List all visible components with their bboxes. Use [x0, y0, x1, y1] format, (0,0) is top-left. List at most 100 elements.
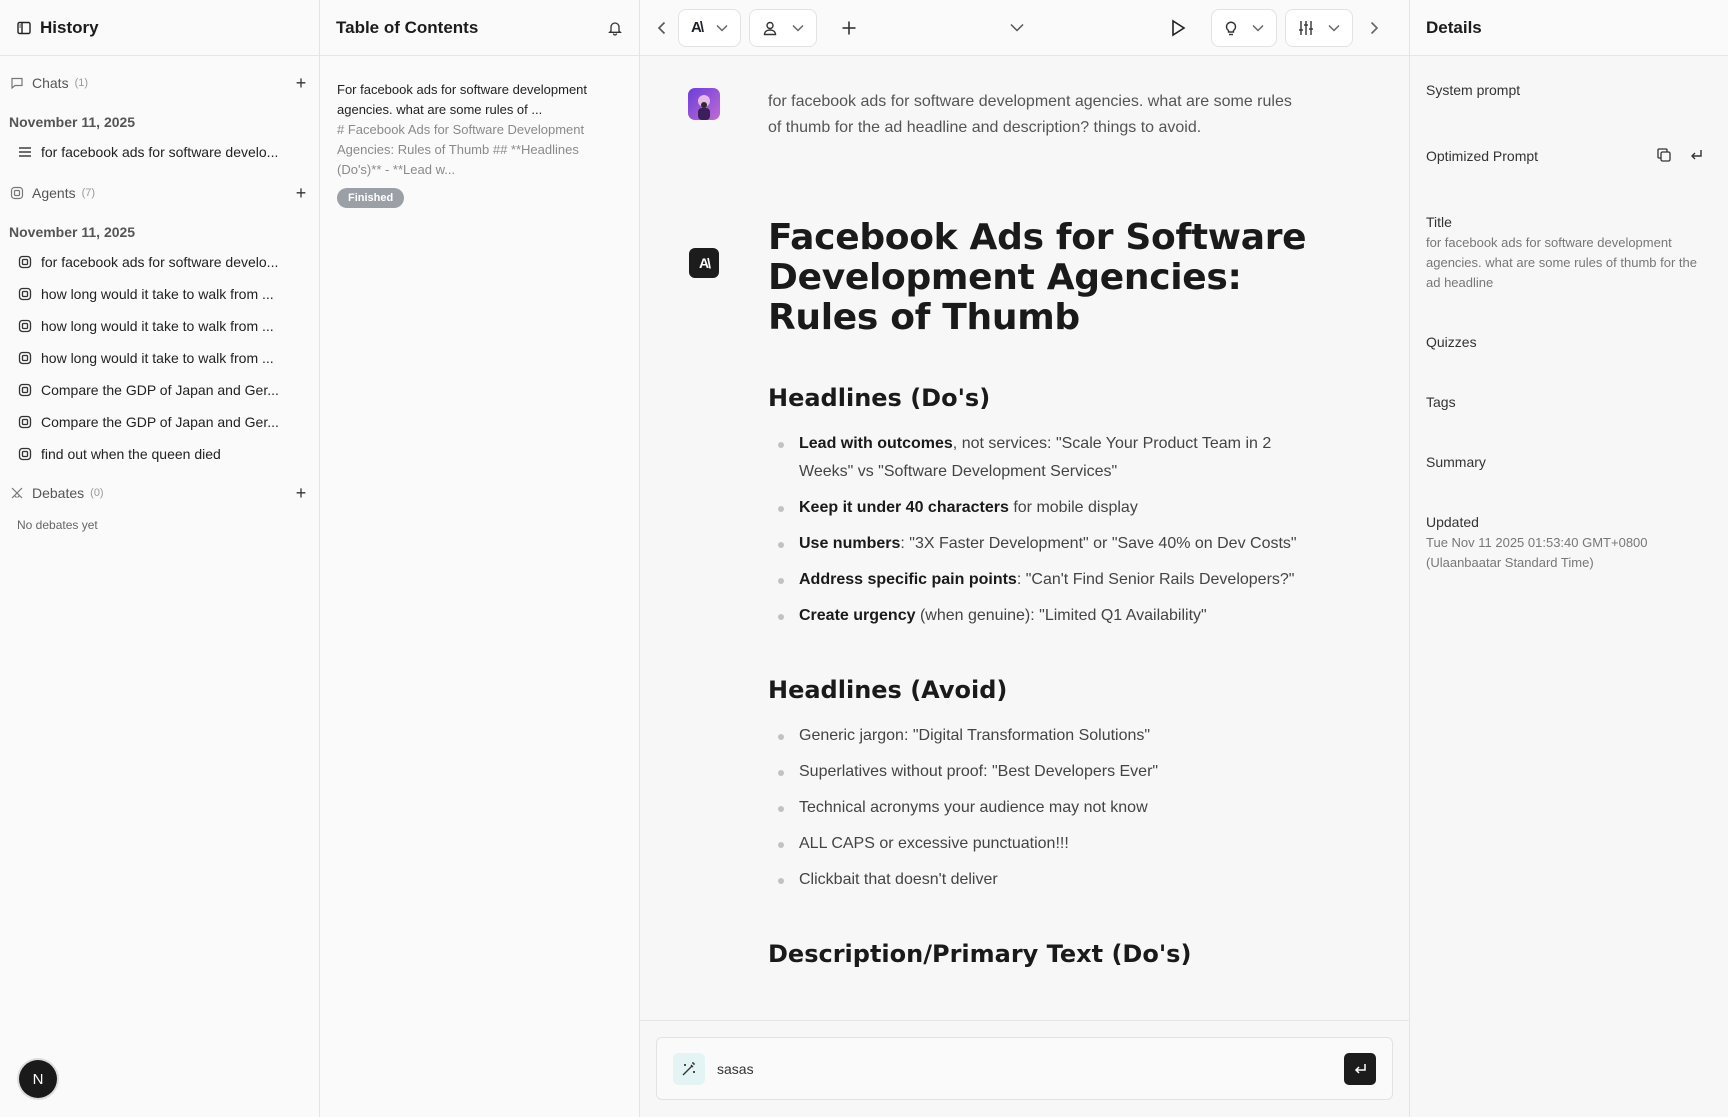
hint-selector[interactable]	[1211, 8, 1277, 47]
list-item: Create urgency (when genuine): "Limited …	[778, 602, 1328, 630]
item-bold: Lead with outcomes	[799, 435, 953, 452]
status-badge: Finished	[337, 188, 405, 208]
agent-list-item[interactable]: how long would it take to walk from ...	[0, 342, 319, 374]
summary-label: Summary	[1426, 454, 1486, 470]
user-message-avatar	[688, 88, 720, 120]
chevron-down-icon[interactable]	[1010, 23, 1024, 32]
list-item: Address specific pain points: "Can't Fin…	[778, 566, 1328, 594]
agent-list-item[interactable]: Compare the GDP of Japan and Ger...	[0, 406, 319, 438]
agent-item-title: Compare the GDP of Japan and Ger...	[41, 382, 279, 398]
agent-icon	[10, 186, 24, 200]
agents-date-group: November 11, 2025	[9, 224, 136, 240]
agent-item-title: how long would it take to walk from ...	[41, 350, 274, 366]
agent-item-title: find out when the queen died	[41, 446, 221, 462]
item-bold: Keep it under 40 characters	[799, 499, 1009, 516]
assistant-avatar: A\	[689, 248, 719, 278]
toc-entry[interactable]: For facebook ads for software developmen…	[320, 56, 639, 180]
magic-wand-icon[interactable]	[673, 1052, 705, 1085]
agent-icon	[18, 351, 32, 365]
chats-label: Chats	[32, 75, 69, 91]
chat-item-title: for facebook ads for software develo...	[41, 144, 279, 160]
details-header: Details	[1410, 0, 1728, 56]
toc-panel: Table of Contents For facebook ads for s…	[320, 0, 640, 1117]
chevron-right-icon[interactable]	[1369, 21, 1379, 35]
bell-icon[interactable]	[607, 20, 623, 36]
agent-icon	[18, 287, 32, 301]
updated-value: Tue Nov 11 2025 01:53:40 GMT+0800 (Ulaan…	[1426, 535, 1648, 570]
new-chat-button[interactable]: +	[293, 74, 309, 92]
history-sidebar: History Chats (1) + November 11, 2025 fo…	[0, 0, 320, 1117]
play-icon[interactable]	[1170, 19, 1186, 37]
quizzes-label: Quizzes	[1426, 334, 1477, 350]
item-text: (when genuine): "Limited Q1 Availability…	[915, 607, 1207, 624]
item-text: : "3X Faster Development" or "Save 40% o…	[900, 535, 1297, 552]
agent-item-title: how long would it take to walk from ...	[41, 286, 274, 302]
chats-section-header[interactable]: Chats (1) +	[0, 70, 319, 96]
agent-list-item[interactable]: for facebook ads for software develo...	[0, 246, 319, 278]
chevron-down-icon	[792, 24, 804, 32]
chat-bubble-icon	[10, 76, 24, 90]
chevron-left-icon[interactable]	[652, 21, 672, 35]
enter-icon[interactable]	[1689, 148, 1703, 162]
lines-icon	[18, 145, 32, 159]
list-item: Clickbait that doesn't deliver	[778, 866, 1328, 894]
chats-date-group: November 11, 2025	[9, 114, 136, 130]
details-title: Details	[1426, 17, 1482, 37]
agent-list-item[interactable]: find out when the queen died	[0, 438, 319, 470]
add-icon[interactable]	[841, 20, 857, 36]
list-item: Lead with outcomes, not services: "Scale…	[778, 430, 1328, 486]
item-text: for mobile display	[1008, 499, 1138, 516]
chat-list-item[interactable]: for facebook ads for software develo...	[0, 136, 319, 168]
send-button[interactable]	[1344, 1052, 1376, 1085]
user-avatar[interactable]: N	[19, 1060, 57, 1098]
assistant-response: Facebook Ads for Software Development Ag…	[768, 218, 1328, 986]
section-heading: Headlines (Avoid)	[768, 676, 1008, 704]
agent-list-item[interactable]: how long would it take to walk from ...	[0, 310, 319, 342]
model-selector[interactable]: A\	[678, 8, 741, 47]
debates-empty-text: No debates yet	[17, 518, 98, 532]
chevron-down-icon	[1328, 24, 1340, 32]
agent-icon	[18, 319, 32, 333]
main-toolbar: A\	[640, 0, 1409, 56]
swords-icon	[10, 486, 24, 500]
agents-section-header[interactable]: Agents (7) +	[0, 180, 319, 206]
agent-icon	[18, 447, 32, 461]
new-agent-button[interactable]: +	[293, 184, 309, 202]
chevron-down-icon	[716, 24, 728, 32]
list-item: Technical acronyms your audience may not…	[778, 794, 1328, 822]
persona-selector[interactable]	[749, 8, 817, 47]
new-debate-button[interactable]: +	[293, 484, 309, 502]
copy-icon[interactable]	[1656, 147, 1672, 163]
updated-label: Updated	[1426, 514, 1479, 530]
debates-section-header[interactable]: Debates (0) +	[0, 480, 319, 506]
item-bold: Use numbers	[799, 535, 901, 552]
chevron-down-icon	[1252, 24, 1264, 32]
agent-icon	[18, 415, 32, 429]
optimized-prompt-label: Optimized Prompt	[1426, 148, 1539, 164]
debates-count: (0)	[90, 487, 104, 499]
history-header: History	[0, 0, 319, 56]
title-value: for facebook ads for software developmen…	[1426, 235, 1697, 290]
item-bold: Create urgency	[799, 607, 916, 624]
response-title: Facebook Ads for Software Development Ag…	[768, 217, 1307, 338]
details-panel: Details System prompt Optimized Prompt T…	[1409, 0, 1728, 1117]
toc-header: Table of Contents	[320, 0, 639, 56]
system-prompt-label[interactable]: System prompt	[1426, 82, 1520, 98]
list-item: Superlatives without proof: "Best Develo…	[778, 758, 1328, 786]
settings-selector[interactable]	[1285, 8, 1353, 47]
message-input[interactable]	[717, 1060, 1297, 1077]
agents-label: Agents	[32, 185, 76, 201]
user-icon	[762, 20, 778, 36]
toc-title: Table of Contents	[336, 17, 479, 37]
debates-label: Debates	[32, 485, 85, 501]
agent-item-title: how long would it take to walk from ...	[41, 318, 274, 334]
agent-list-item[interactable]: Compare the GDP of Japan and Ger...	[0, 374, 319, 406]
history-title: History	[40, 17, 99, 37]
list-item: Keep it under 40 characters for mobile d…	[778, 494, 1328, 522]
title-label: Title	[1426, 214, 1452, 230]
list-item: Generic jargon: "Digital Transformation …	[778, 722, 1328, 750]
conversation-area: for facebook ads for software developmen…	[640, 56, 1409, 1021]
agent-list-item[interactable]: how long would it take to walk from ...	[0, 278, 319, 310]
sidebar-toggle-icon[interactable]	[16, 20, 32, 36]
agent-item-title: for facebook ads for software develo...	[41, 254, 279, 270]
